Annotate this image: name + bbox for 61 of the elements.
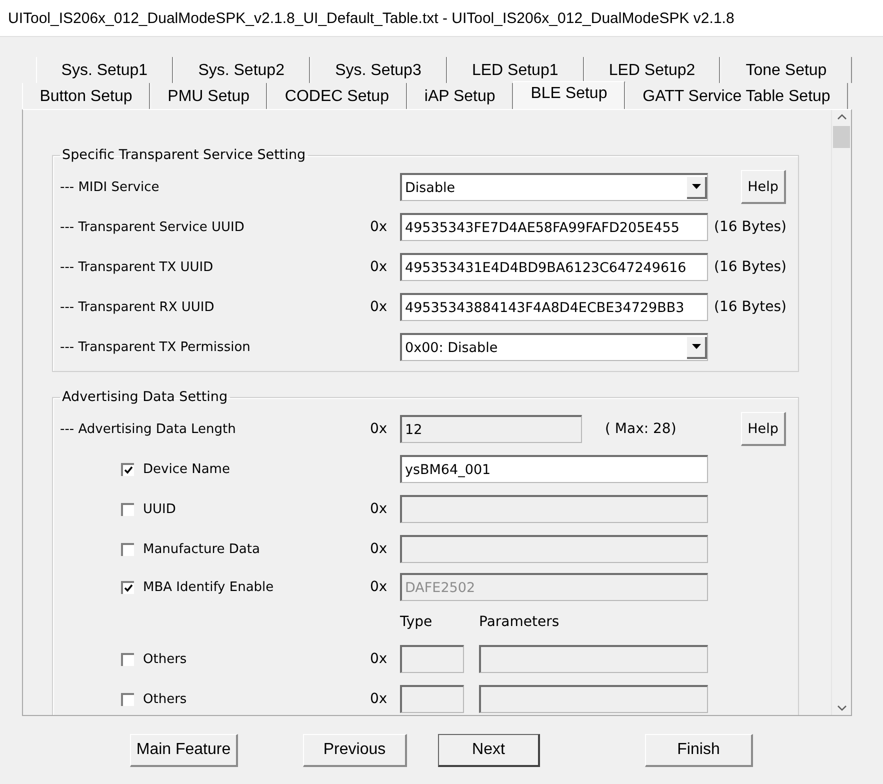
column-header: Parameters: [479, 614, 560, 630]
hex-prefix: 0x: [370, 219, 388, 235]
input-field[interactable]: 12: [400, 415, 582, 443]
max-note: ( Max: 28): [605, 421, 678, 437]
checkbox-label: MBA Identify Enable: [143, 580, 274, 594]
tab[interactable]: iAP Setup: [406, 83, 513, 109]
tab[interactable]: Tone Setup: [720, 57, 852, 83]
tab[interactable]: CODEC Setup: [267, 83, 407, 109]
field-label: --- Transparent TX UUID: [60, 260, 214, 274]
checkbox-label: Others: [143, 692, 187, 706]
input-field[interactable]: 495353431E4D4BD9BA6123C647249616: [400, 253, 708, 281]
tab[interactable]: BLE Setup: [513, 81, 625, 109]
tab[interactable]: Button Setup: [22, 83, 150, 109]
input-field[interactable]: 49535343FE7D4AE58FA99FAFD205E455: [400, 213, 708, 241]
hex-prefix: 0x: [370, 651, 388, 667]
checkbox-label: Others: [143, 652, 187, 666]
input-field[interactable]: 49535343884143F4A8D4ECBE34729BB3: [400, 293, 708, 321]
hex-prefix: 0x: [370, 501, 388, 517]
column-header: Type: [400, 614, 434, 630]
tab[interactable]: GATT Service Table Setup: [624, 83, 848, 109]
field-label: --- Transparent Service UUID: [60, 220, 246, 234]
group-title: Specific Transparent Service Setting: [61, 147, 307, 163]
hex-prefix: 0x: [370, 579, 388, 595]
hex-prefix: 0x: [370, 299, 388, 315]
checkbox[interactable]: [121, 462, 134, 476]
hex-prefix: 0x: [370, 259, 388, 275]
group-title: Advertising Data Setting: [61, 389, 229, 405]
caret-icon: [692, 184, 700, 189]
help-button[interactable]: Help: [741, 170, 786, 204]
size-note: (16 Bytes): [714, 219, 786, 235]
tab[interactable]: LED Setup1: [446, 57, 584, 83]
tab[interactable]: Sys. Setup2: [172, 57, 310, 83]
hex-prefix: 0x: [370, 541, 388, 557]
dialog-button[interactable]: Previous: [303, 734, 407, 766]
window-title: UITool_IS206x_012_DualModeSPK_v2.1.8_UI_Default_Table.txt - UITool_IS206x_012_DualModeSPK v2.1.8: [8, 10, 734, 26]
input-field[interactable]: ysBM64_001: [400, 455, 708, 483]
hex-prefix: 0x: [370, 421, 388, 437]
help-button[interactable]: Help: [741, 412, 786, 446]
size-note: (16 Bytes): [714, 299, 786, 315]
field-label: --- MIDI Service: [60, 180, 160, 194]
size-note: (16 Bytes): [714, 259, 786, 275]
checkbox-label: Manufacture Data: [143, 542, 260, 556]
tab[interactable]: PMU Setup: [150, 83, 268, 109]
field-label: --- Transparent RX UUID: [60, 300, 216, 314]
dialog-button[interactable]: Next: [438, 734, 540, 766]
field-label: --- Transparent TX Permission: [60, 340, 252, 354]
scroll-down-icon[interactable]: [836, 705, 846, 711]
scroll-up-icon[interactable]: [836, 114, 846, 120]
scroll-thumb[interactable]: [833, 126, 850, 148]
caret-icon: [692, 344, 700, 349]
dialog-button[interactable]: Main Feature: [130, 734, 238, 766]
dialog-button[interactable]: Finish: [645, 734, 753, 766]
hex-prefix: 0x: [370, 691, 388, 707]
tab[interactable]: Sys. Setup1: [36, 57, 173, 83]
checkbox-label: Device Name: [143, 462, 230, 476]
tab[interactable]: LED Setup2: [584, 57, 720, 83]
dropdown[interactable]: 0x00: Disable: [400, 333, 708, 361]
dropdown[interactable]: Disable: [400, 173, 708, 201]
tab[interactable]: Sys. Setup3: [310, 57, 447, 83]
checkbox-label: UUID: [143, 502, 176, 516]
field-label: --- Advertising Data Length: [60, 422, 237, 436]
